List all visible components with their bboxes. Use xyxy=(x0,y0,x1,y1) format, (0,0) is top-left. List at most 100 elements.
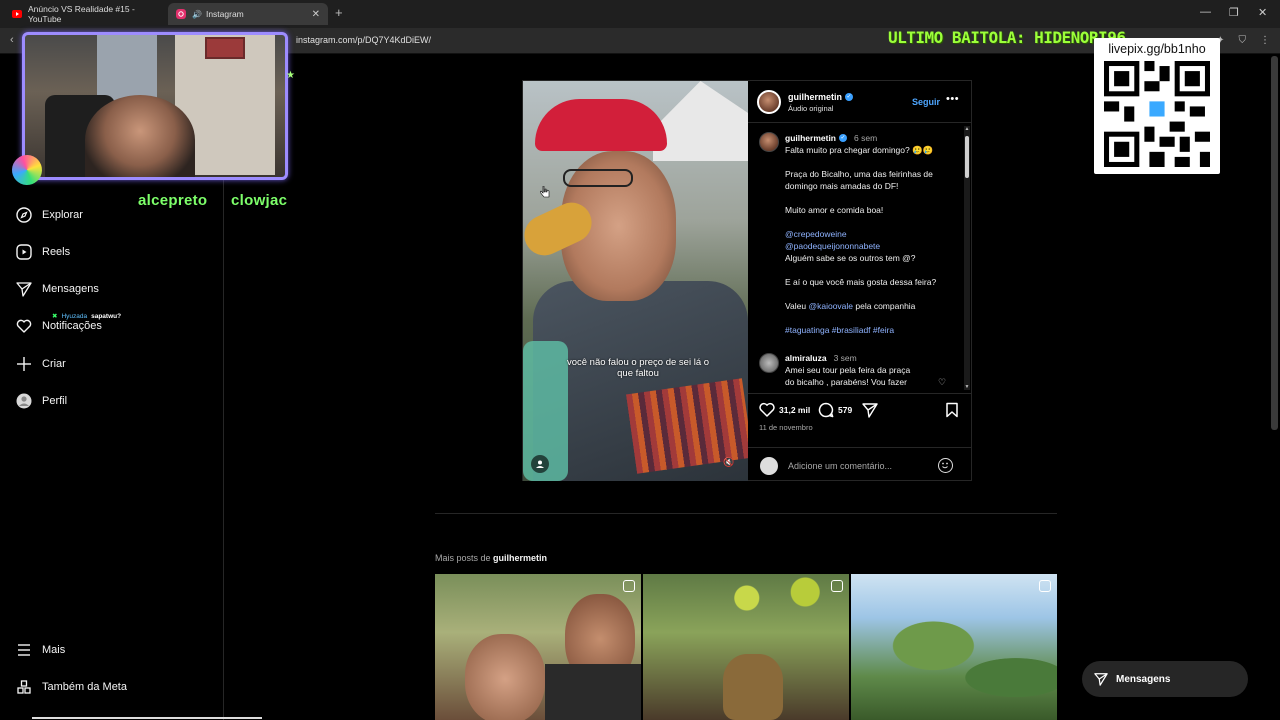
sidebar-item-label: Perfil xyxy=(42,395,68,407)
mention-link[interactable]: @paodequeijononnabete xyxy=(785,241,880,251)
comments-list: guilhermetin ✓ 6 sem Falta muito pra chega… xyxy=(748,124,962,392)
url-field[interactable]: instagram.com/p/DQ7Y4KdDiEW/ xyxy=(296,35,431,45)
comment-line: do bicalho , parabéns! Vou fazer xyxy=(785,377,907,387)
browser-tabbar: Anúncio VS Realidade #15 - YouTube 🔊 Ins… xyxy=(0,0,1280,28)
browser-toolbar: ✦ ⛉ ⋮ xyxy=(1216,35,1270,46)
scrollbar-thumb[interactable] xyxy=(965,136,969,178)
sidebar-item-mais[interactable]: Mais xyxy=(15,641,65,659)
overlay-banner: ULTIMO BAITOLA: HIDENORI96 xyxy=(888,28,1126,47)
post-actions: 31,2 mil 579 11 de novembro Adicione um … xyxy=(748,393,972,481)
webcam-person xyxy=(85,95,195,177)
likes-count: 31,2 mil xyxy=(779,404,811,415)
sidebar-item-meta[interactable]: Também da Meta xyxy=(15,678,127,696)
minimize-button[interactable]: — xyxy=(1200,6,1211,18)
post-date: 11 de novembro xyxy=(759,423,813,432)
comment-username[interactable]: almiraluza 3 sem xyxy=(785,353,857,363)
shield-icon[interactable]: ⛉ xyxy=(1239,35,1247,46)
sidebar-item-notificacoes[interactable]: Notificações xyxy=(15,317,102,335)
follow-button[interactable]: Seguir xyxy=(912,97,940,107)
tab-youtube[interactable]: Anúncio VS Realidade #15 - YouTube xyxy=(4,3,168,25)
caption-line: Muito amor e comida boa! xyxy=(785,205,884,215)
comment-input[interactable]: Adicione um comentário... xyxy=(788,461,892,471)
hashtags[interactable]: #taguatinga #brasiliadf #feira xyxy=(785,325,894,335)
audio-label[interactable]: Áudio original xyxy=(788,104,833,113)
video-cap xyxy=(535,99,667,151)
back-icon[interactable]: ‹ xyxy=(10,34,14,46)
caption-time: 6 sem xyxy=(854,133,878,143)
speaker-icon[interactable]: 🔊 xyxy=(192,10,202,19)
avatar[interactable] xyxy=(759,353,779,373)
avatar[interactable] xyxy=(759,132,779,152)
reel-icon xyxy=(623,580,635,592)
reels-icon xyxy=(15,243,33,261)
comment-button[interactable]: 579 xyxy=(818,402,852,418)
maximize-button[interactable]: ❐ xyxy=(1229,6,1239,19)
post-thumbnail[interactable] xyxy=(435,574,641,720)
scroll-up-icon[interactable]: ▲ xyxy=(964,126,970,132)
cursor-icon xyxy=(539,185,550,198)
webcam-overlay xyxy=(22,32,288,180)
sidebar-item-explorar[interactable]: Explorar xyxy=(15,206,83,224)
emoji-icon[interactable] xyxy=(938,458,953,473)
caption-username[interactable]: guilhermetin ✓ 6 sem xyxy=(785,133,877,143)
post-thumbnail[interactable] xyxy=(851,574,1057,720)
instagram-icon xyxy=(176,9,186,19)
like-comment-icon[interactable]: ♡ xyxy=(938,377,946,388)
thumb-tree xyxy=(851,614,1057,720)
verified-icon: ✓ xyxy=(845,93,854,101)
comment-icon xyxy=(818,402,834,418)
sidebar-item-label: Reels xyxy=(42,246,71,258)
avatar[interactable] xyxy=(757,90,781,114)
comments-scrollbar[interactable]: ▲ ▼ xyxy=(964,126,970,390)
avatar xyxy=(760,457,778,475)
close-tab-icon[interactable]: ✕ xyxy=(312,9,320,20)
video-glasses xyxy=(563,169,633,187)
send-icon xyxy=(15,280,33,298)
comments-count: 579 xyxy=(838,405,853,415)
sidebar-item-criar[interactable]: Criar xyxy=(15,355,66,373)
sidebar-item-label: Mensagens xyxy=(42,283,99,295)
post-video[interactable]: você não falou o preço de sei lá o que f… xyxy=(523,81,748,481)
messages-button[interactable]: Mensagens xyxy=(1082,661,1248,697)
more-posts-username[interactable]: guilhermetin xyxy=(493,553,547,563)
overlay-name-2: clowjac xyxy=(231,192,288,209)
sidebar-item-mensagens[interactable]: Mensagens xyxy=(15,280,99,298)
more-options-icon[interactable]: ••• xyxy=(946,93,959,105)
tab-instagram[interactable]: 🔊 Instagram ✕ xyxy=(168,3,328,25)
reel-icon xyxy=(831,580,843,592)
post-header: guilhermetin ✓ Áudio original Seguir ••• xyxy=(748,81,972,123)
thumb-leaves xyxy=(703,574,849,634)
mention-link[interactable]: @kaioovale xyxy=(808,301,853,311)
sidebar-item-label: Notificações xyxy=(42,320,102,332)
heart-icon xyxy=(759,402,775,417)
video-tent xyxy=(653,81,748,161)
section-divider xyxy=(435,513,1057,514)
caption-line: Alguém sabe se os outros tem @? xyxy=(785,253,916,263)
page-scrollbar[interactable] xyxy=(1271,56,1278,430)
qr-title: livepix.gg/bb1nho xyxy=(1108,42,1206,56)
meta-icon xyxy=(15,678,33,696)
save-button[interactable] xyxy=(945,402,959,418)
more-posts-heading: Mais posts de guilhermetin xyxy=(435,553,547,563)
tab-label: Instagram xyxy=(205,9,244,19)
post-thumbnail[interactable] xyxy=(643,574,849,720)
sidebar-item-reels[interactable]: Reels xyxy=(15,243,70,261)
new-tab-button[interactable]: + xyxy=(335,5,343,20)
close-window-button[interactable]: ✕ xyxy=(1258,6,1267,19)
plus-icon xyxy=(15,355,33,373)
caption-line: Praça do Bicalho, uma das feirinhas de xyxy=(785,169,933,179)
tagged-user-icon[interactable] xyxy=(531,455,549,473)
like-button[interactable]: 31,2 mil xyxy=(759,402,810,417)
webcam-frame xyxy=(205,37,245,59)
menu-dots-icon[interactable]: ⋮ xyxy=(1260,35,1270,46)
mute-icon[interactable]: 🔇 xyxy=(723,457,737,471)
post-username[interactable]: guilhermetin ✓ xyxy=(788,92,854,102)
profile-icon xyxy=(15,392,33,410)
thumb-monkey xyxy=(723,654,783,720)
reel-icon xyxy=(1039,580,1051,592)
sidebar-item-perfil[interactable]: Perfil xyxy=(15,392,67,410)
mention-link[interactable]: @crepedoweine xyxy=(785,229,847,239)
scroll-down-icon[interactable]: ▼ xyxy=(964,384,970,390)
share-button[interactable] xyxy=(862,402,878,418)
comment-username-text: almiraluza xyxy=(785,353,827,363)
